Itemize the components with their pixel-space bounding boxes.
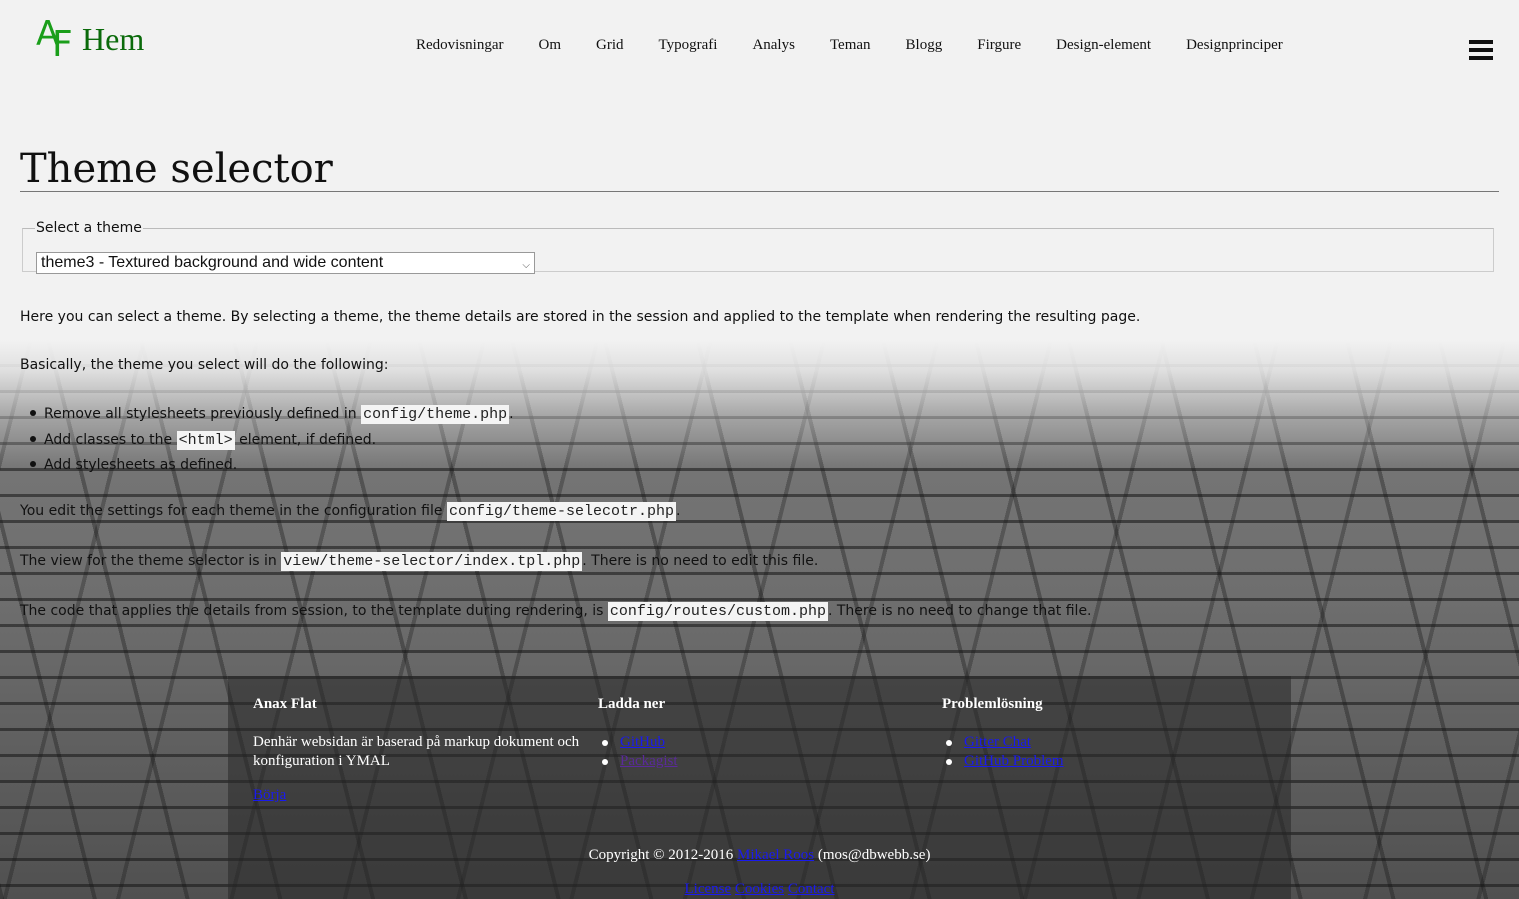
main-navbar: Redovisningar Om Grid Typografi Analys T… [416,37,1318,54]
code-snippet: config/routes/custom.php [607,602,828,621]
github-link[interactable]: GitHub [620,734,665,750]
gitter-chat-link[interactable]: Gitter Chat [964,734,1031,750]
code-snippet: <html> [176,430,235,450]
nav-item-designprinciper[interactable]: Designprinciper [1186,37,1283,54]
logo-icon: A F [36,14,76,65]
list-item: Remove all stylesheets previously define… [20,404,514,430]
logo-letter-f: F [52,24,73,65]
footer-links: License Cookies Contact [228,881,1291,898]
packagist-link[interactable]: Packagist [620,753,678,769]
nav-item-analys[interactable]: Analys [752,37,795,54]
nav-item-om[interactable]: Om [539,37,562,54]
code-snippet: config/theme.php [361,405,510,424]
edit-settings-paragraph: You edit the settings for each theme in … [20,502,681,521]
footer-column-troubleshooting: Problemlösning Gitter Chat GitHub Proble… [942,696,1262,771]
theme-fieldset: Select a theme theme3 - Textured backgro… [22,220,1494,274]
nav-item-teman[interactable]: Teman [830,37,871,54]
copyright: Copyright © 2012-2016 Mikael Roos (mos@d… [588,847,931,863]
nav-item-typografi[interactable]: Typografi [659,37,718,54]
author-link[interactable]: Mikael Roos [737,847,814,863]
list-item: Add classes to the <html> element, if de… [20,430,514,456]
code-paragraph: The code that applies the details from s… [20,602,1092,621]
view-paragraph: The view for the theme selector is in vi… [20,552,819,571]
theme-actions-list: Remove all stylesheets previously define… [20,404,514,481]
cookies-link[interactable]: Cookies [735,881,784,897]
list-item: Add stylesheets as defined. [20,455,514,481]
nav-item-design-element[interactable]: Design-element [1056,37,1151,54]
code-snippet: config/theme-selecotr.php [446,502,676,521]
theme-select-value: theme3 - Textured background and wide co… [41,254,384,271]
footer-description: Denhär websidan är baserad på markup dok… [253,734,580,769]
site-logo-home-link[interactable]: A F Hem [36,14,145,65]
theme-select[interactable]: theme3 - Textured background and wide co… [36,252,535,274]
page-title: Theme selector [20,146,333,192]
nav-item-redovisningar[interactable]: Redovisningar [416,37,504,54]
footer-column-anax: Anax Flat Denhär websidan är baserad på … [253,696,583,805]
nav-item-firgure[interactable]: Firgure [977,37,1021,54]
code-snippet: view/theme-selector/index.tpl.php [281,552,583,571]
basically-paragraph: Basically, the theme you select will do … [20,357,389,373]
theme-legend: Select a theme [36,220,142,236]
logo-text: Hem [82,20,145,57]
nav-item-grid[interactable]: Grid [596,37,624,54]
contact-link[interactable]: Contact [788,881,835,897]
license-link[interactable]: License [685,881,732,897]
footer-heading: Problemlösning [942,696,1043,712]
footer-heading: Ladda ner [598,696,666,712]
site-footer: Anax Flat Denhär websidan är baserad på … [228,676,1291,899]
start-link[interactable]: Börja [253,787,286,803]
github-problem-link[interactable]: GitHub Problem [964,753,1064,769]
hamburger-menu-icon[interactable] [1469,40,1493,60]
chevron-down-icon: ⌵ [522,260,530,271]
title-divider [20,191,1499,192]
footer-column-download: Ladda ner GitHub Packagist [598,696,918,771]
footer-heading: Anax Flat [253,696,317,712]
intro-paragraph: Here you can select a theme. By selectin… [20,309,1141,325]
nav-item-blogg[interactable]: Blogg [906,37,943,54]
